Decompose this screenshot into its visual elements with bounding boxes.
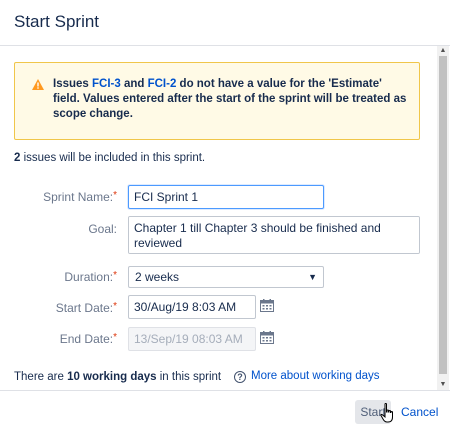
duration-label: Duration:* [7,270,117,284]
calendar-icon [260,331,274,344]
sprint-name-label: Sprint Name:* [7,190,117,204]
duration-select[interactable]: 2 weeks ▼ [128,266,324,288]
required-marker: * [113,332,117,343]
sprint-name-input[interactable] [128,185,324,209]
duration-value: 2 weeks [135,270,180,284]
issue-link-fci-3[interactable]: FCI-3 [92,78,121,90]
required-marker: * [113,270,117,281]
chevron-down-icon: ▼ [308,272,317,282]
dialog-footer: Start Cancel [0,390,450,431]
working-days-suffix: in this sprint [156,371,222,383]
end-date-label-text: End Date: [59,332,114,346]
working-days-prefix: There are [14,371,68,383]
working-days-help[interactable]: ? More about working days [234,370,379,383]
start-date-input[interactable] [128,295,256,319]
start-date-label: Start Date:* [7,301,117,315]
end-date-label: End Date:* [7,332,117,346]
goal-textarea[interactable]: Chapter 1 till Chapter 3 should be finis… [128,216,420,254]
required-marker: * [113,190,117,201]
dialog-header: Start Sprint [0,0,450,46]
calendar-icon[interactable] [260,299,274,312]
working-days-text: There are 10 working days in this sprint [14,371,221,383]
working-days-count: 10 working days [67,371,157,383]
scroll-up-arrow-icon[interactable]: ▲ [437,46,449,56]
sprint-name-label-text: Sprint Name: [43,190,114,204]
issues-count-suffix: issues will be included in this sprint. [20,152,206,164]
more-about-working-days-link[interactable]: More about working days [251,370,379,382]
scroll-thumb[interactable] [439,56,447,374]
required-marker: * [113,301,117,312]
warning-and: and [120,78,148,90]
estimate-warning-message: Issues FCI-3 and FCI-2 do not have a val… [14,62,420,140]
duration-label-text: Duration: [64,270,114,284]
start-date-label-text: Start Date: [55,301,114,315]
issue-link-fci-2[interactable]: FCI-2 [148,78,177,90]
help-icon: ? [234,371,246,383]
warning-prefix: Issues [53,78,92,90]
warning-icon [32,79,44,90]
dialog-body: Issues FCI-3 and FCI-2 do not have a val… [0,46,450,390]
start-sprint-dialog: Start Sprint Issues FCI-3 and FCI-2 do n… [0,0,450,431]
issues-count-text: 2 issues will be included in this sprint… [14,152,205,164]
dialog-title: Start Sprint [14,12,100,31]
end-date-input [128,327,256,351]
dialog-scrollbar[interactable]: ▲ ▼ [437,46,449,390]
hand-pointer-cursor-icon [380,403,393,423]
scroll-down-arrow-icon[interactable]: ▼ [437,380,449,390]
cancel-link[interactable]: Cancel [401,405,438,419]
goal-label: Goal: [88,222,117,236]
